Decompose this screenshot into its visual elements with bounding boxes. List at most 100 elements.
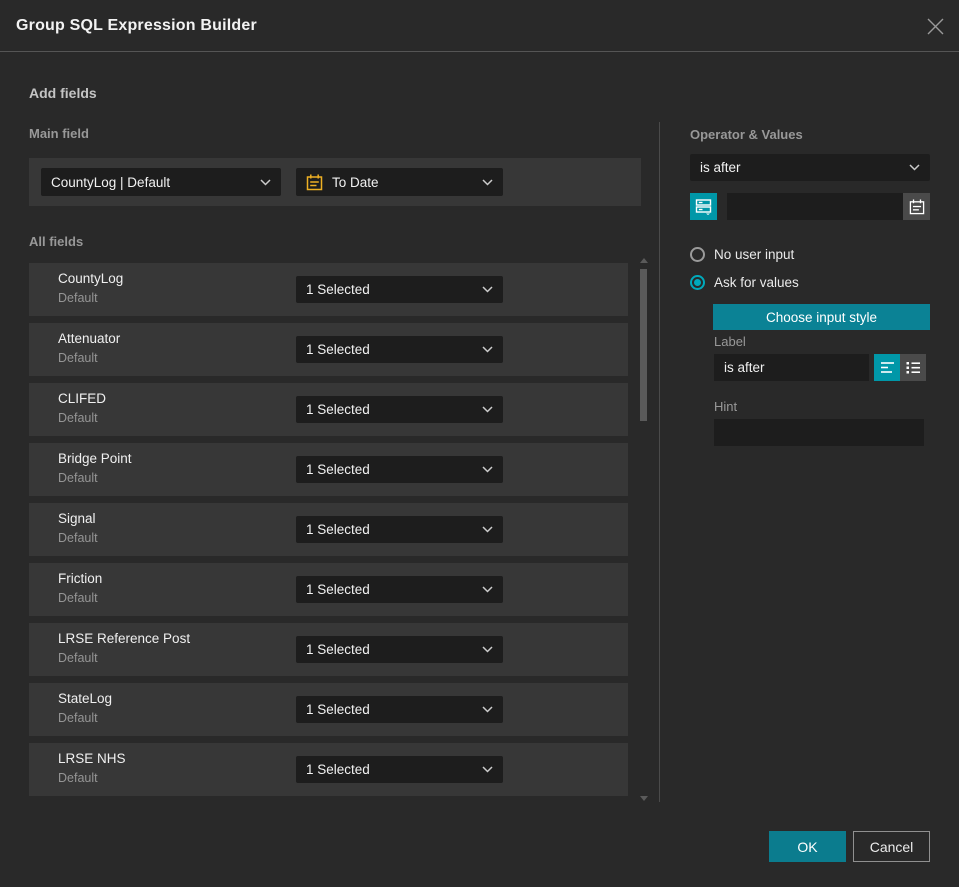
all-fields-label: All fields [29, 234, 84, 249]
list-icon [906, 362, 920, 374]
cancel-button[interactable]: Cancel [853, 831, 930, 862]
chevron-down-icon [482, 586, 493, 593]
ok-button[interactable]: OK [769, 831, 846, 862]
field-subtitle: Default [58, 531, 98, 545]
field-selected-dropdown[interactable]: 1 Selected [296, 456, 503, 483]
field-subtitle: Default [58, 771, 98, 785]
field-row: StateLog Default 1 Selected [29, 683, 628, 736]
main-field-dropdown-value: CountyLog | Default [51, 174, 171, 190]
field-selected-dropdown[interactable]: 1 Selected [296, 516, 503, 543]
chevron-down-icon [482, 706, 493, 713]
field-selected-value: 1 Selected [306, 762, 370, 777]
field-name: LRSE NHS [58, 751, 126, 766]
field-selected-dropdown[interactable]: 1 Selected [296, 336, 503, 363]
calendar-icon [909, 198, 924, 214]
group-sql-expression-builder-dialog: Group SQL Expression Builder Add fields … [0, 0, 959, 887]
field-subtitle: Default [58, 291, 98, 305]
field-selected-value: 1 Selected [306, 642, 370, 657]
chevron-down-icon [260, 178, 271, 186]
operator-dropdown-value: is after [700, 160, 741, 175]
chevron-down-icon [482, 766, 493, 773]
field-selected-value: 1 Selected [306, 462, 370, 477]
field-row: Attenuator Default 1 Selected [29, 323, 628, 376]
chevron-down-icon [482, 286, 493, 293]
titlebar: Group SQL Expression Builder [0, 0, 959, 52]
radio-circle-icon [690, 274, 705, 290]
fields-list-scrollbar[interactable] [639, 256, 649, 803]
field-name: Bridge Point [58, 451, 132, 466]
hint-input[interactable] [714, 419, 924, 446]
field-name: StateLog [58, 691, 113, 706]
field-name: LRSE Reference Post [58, 631, 191, 646]
choose-input-style-button[interactable]: Choose input style [713, 304, 930, 330]
scrollbar-down-arrow-icon[interactable] [640, 796, 648, 801]
field-selected-dropdown[interactable]: 1 Selected [296, 576, 503, 603]
chevron-down-icon [482, 646, 493, 653]
input-type-button[interactable] [690, 193, 717, 220]
field-selected-dropdown[interactable]: 1 Selected [296, 756, 503, 783]
radio-label: Ask for values [714, 274, 799, 290]
main-date-dropdown-value: To Date [332, 174, 379, 190]
field-name: Friction [58, 571, 103, 586]
field-name: Attenuator [58, 331, 121, 346]
field-subtitle: Default [58, 471, 98, 485]
radio-label: No user input [714, 246, 795, 262]
field-row: Signal Default 1 Selected [29, 503, 628, 556]
value-input-wrap [727, 193, 930, 220]
field-selected-value: 1 Selected [306, 702, 370, 717]
input-type-icon [695, 199, 712, 215]
scrollbar-thumb[interactable] [640, 269, 647, 421]
field-subtitle: Default [58, 351, 98, 365]
field-row: Friction Default 1 Selected [29, 563, 628, 616]
field-row: LRSE Reference Post Default 1 Selected [29, 623, 628, 676]
field-selected-dropdown[interactable]: 1 Selected [296, 696, 503, 723]
calendar-icon [306, 174, 323, 191]
hint-field-label: Hint [714, 399, 738, 414]
main-field-label: Main field [29, 126, 89, 141]
radio-no-user-input[interactable]: No user input [690, 245, 794, 263]
all-fields-list: CountyLog Default 1 Selected Attenuator … [29, 263, 628, 803]
field-subtitle: Default [58, 591, 98, 605]
field-selected-dropdown[interactable]: 1 Selected [296, 636, 503, 663]
chevron-down-icon [909, 164, 920, 171]
field-name: CLIFED [58, 391, 107, 406]
field-selected-dropdown[interactable]: 1 Selected [296, 396, 503, 423]
close-icon [927, 18, 943, 34]
field-row: LRSE NHS Default 1 Selected [29, 743, 628, 796]
date-picker-button[interactable] [903, 193, 930, 220]
radio-circle-icon [690, 246, 705, 262]
main-field-strip: CountyLog | Default To Date [29, 158, 641, 206]
field-subtitle: Default [58, 651, 98, 665]
field-selected-value: 1 Selected [306, 522, 370, 537]
dialog-title: Group SQL Expression Builder [16, 17, 257, 34]
chevron-down-icon [482, 466, 493, 473]
radio-ask-for-values[interactable]: Ask for values [690, 273, 799, 291]
field-selected-dropdown[interactable]: 1 Selected [296, 276, 503, 303]
align-left-icon [880, 362, 894, 373]
main-date-dropdown[interactable]: To Date [296, 168, 503, 196]
chevron-down-icon [482, 178, 493, 186]
scrollbar-up-arrow-icon[interactable] [640, 258, 648, 263]
panel-divider [659, 122, 660, 802]
list-style-button[interactable] [900, 354, 926, 381]
field-row: CLIFED Default 1 Selected [29, 383, 628, 436]
main-field-dropdown[interactable]: CountyLog | Default [41, 168, 281, 196]
label-field-label: Label [714, 334, 746, 349]
field-subtitle: Default [58, 411, 98, 425]
operator-values-heading: Operator & Values [690, 127, 803, 142]
add-fields-heading: Add fields [29, 85, 97, 101]
field-subtitle: Default [58, 711, 98, 725]
chevron-down-icon [482, 526, 493, 533]
field-selected-value: 1 Selected [306, 402, 370, 417]
chevron-down-icon [482, 406, 493, 413]
field-row: CountyLog Default 1 Selected [29, 263, 628, 316]
field-name: CountyLog [58, 271, 124, 286]
align-left-style-button[interactable] [874, 354, 900, 381]
operator-dropdown[interactable]: is after [690, 154, 930, 181]
field-name: Signal [58, 511, 96, 526]
field-selected-value: 1 Selected [306, 342, 370, 357]
value-input[interactable] [727, 193, 930, 220]
field-selected-value: 1 Selected [306, 282, 370, 297]
label-input[interactable] [714, 354, 869, 381]
close-button[interactable] [921, 12, 949, 40]
